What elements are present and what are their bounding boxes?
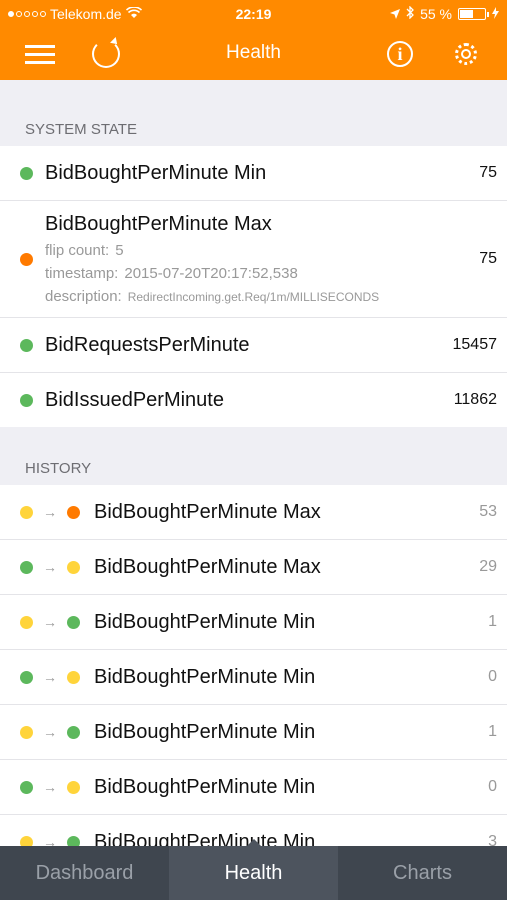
arrow-right-icon: → [43,834,57,846]
system-state-header: SYSTEM STATE [25,121,137,138]
history-row[interactable]: → BidBoughtPerMinute Min 0 [0,650,507,705]
content-scroll[interactable]: SYSTEM STATE BidBoughtPerMinute Min 75 B… [0,80,507,846]
metric-name: BidRequestsPerMinute [45,333,250,356]
history-value: 0 [488,668,497,685]
list-item[interactable]: BidRequestsPerMinute 15457 [0,318,507,373]
flip-count-value: 5 [115,242,124,259]
metric-value: 15457 [452,336,498,353]
history-row[interactable]: → BidBoughtPerMinute Min 1 [0,705,507,760]
history-value: 0 [488,778,497,795]
metric-name: BidBoughtPerMinute Min [94,665,316,688]
charging-icon [492,6,499,22]
bluetooth-icon [406,5,414,22]
gear-icon [455,43,477,65]
list-item[interactable]: BidIssuedPerMinute 11862 [0,373,507,427]
arrow-right-icon: → [43,559,57,575]
system-state-list: BidBoughtPerMinute Min 75 BidBoughtPerMi… [0,146,507,427]
flip-count-label: flip count: [45,242,110,259]
history-row[interactable]: → BidBoughtPerMinute Min 0 [0,760,507,815]
from-status-dot-icon [20,615,33,629]
history-value: 1 [488,613,497,630]
battery-percent: 55 % [420,6,452,22]
metric-value: 11862 [453,391,497,408]
to-status-dot-icon [67,505,80,519]
metric-value: 75 [479,164,497,181]
metric-name: BidBoughtPerMinute Max [45,213,272,235]
status-dot-icon [20,252,33,266]
history-value: 3 [488,833,497,846]
top-bar: Telekom.de 22:19 55 % Health i [0,0,507,80]
timestamp-label: timestamp: [45,265,119,282]
description-label: description: [45,288,122,305]
to-status-dot-icon [67,780,80,794]
arrow-right-icon: → [43,779,57,795]
history-list: → BidBoughtPerMinute Max 53 → BidBoughtP… [0,485,507,846]
history-row[interactable]: → BidBoughtPerMinute Max 53 [0,485,507,540]
timestamp-value: 2015-07-20T20:17:52,538 [124,265,298,282]
tab-charts[interactable]: Charts [338,846,507,900]
location-icon [390,6,401,22]
metric-name: BidBoughtPerMinute Min [94,720,316,743]
metric-name: BidBoughtPerMinute Max [94,555,321,578]
arrow-right-icon: → [43,614,57,630]
from-status-dot-icon [20,560,33,574]
from-status-dot-icon [20,725,33,739]
metric-name: BidBoughtPerMinute Min [45,161,267,184]
history-row[interactable]: → BidBoughtPerMinute Max 29 [0,540,507,595]
from-status-dot-icon [20,670,33,684]
history-value: 53 [479,503,497,520]
metric-name: BidBoughtPerMinute Min [94,830,316,847]
arrow-right-icon: → [43,504,57,520]
status-dot-icon [20,338,33,352]
from-status-dot-icon [20,505,33,519]
to-status-dot-icon [67,725,80,739]
to-status-dot-icon [67,835,80,846]
arrow-right-icon: → [43,669,57,685]
arrow-right-icon: → [43,724,57,740]
battery-icon [458,8,489,20]
metric-name: BidBoughtPerMinute Min [94,775,316,798]
history-header: HISTORY [25,460,92,477]
tab-dashboard[interactable]: Dashboard [0,846,169,900]
status-dot-icon [20,393,33,407]
history-value: 29 [479,558,497,575]
metric-name: BidIssuedPerMinute [45,388,224,411]
nav-bar: Health i [0,30,507,80]
from-status-dot-icon [20,780,33,794]
history-value: 1 [488,723,497,740]
to-status-dot-icon [67,670,80,684]
metric-name: BidBoughtPerMinute Min [94,610,316,633]
metric-name: BidBoughtPerMinute Max [94,500,321,523]
list-item-expanded[interactable]: BidBoughtPerMinute Max flip count: 5 time… [0,201,507,318]
tab-bar: Dashboard Health Charts [0,839,507,900]
list-item[interactable]: BidBoughtPerMinute Min 75 [0,146,507,201]
description-value: RedirectIncoming.get.Req/1m/MILLISECONDS [127,290,380,304]
to-status-dot-icon [67,615,80,629]
from-status-dot-icon [20,835,33,846]
to-status-dot-icon [67,560,80,574]
metric-value: 75 [479,250,497,267]
tab-health[interactable]: Health [169,839,338,900]
info-icon: i [387,41,413,67]
settings-button[interactable] [446,36,486,72]
page-title: Health [226,42,281,63]
status-dot-icon [20,166,33,180]
status-bar: Telekom.de 22:19 55 % [0,0,507,30]
info-button[interactable]: i [380,36,420,72]
history-row[interactable]: → BidBoughtPerMinute Min 1 [0,595,507,650]
